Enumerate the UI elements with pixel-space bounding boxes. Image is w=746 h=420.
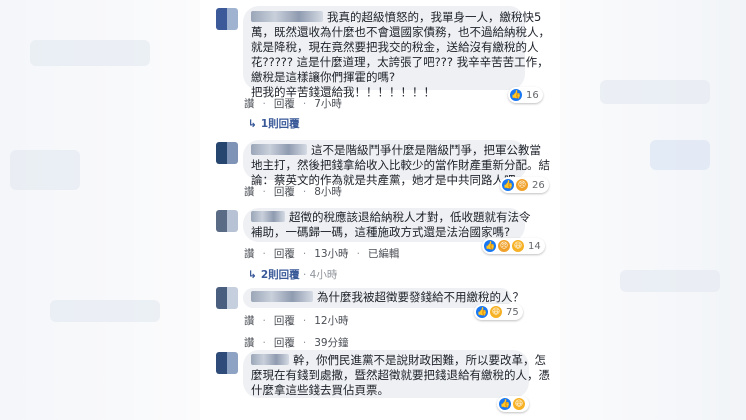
comment-text: 為什麼我被超徵要發錢給不用繳稅的人？ [251,290,524,305]
redacted-username[interactable] [251,211,285,222]
comment-actions: 讚 · 回覆 · 7小時 [244,98,342,110]
reply-button[interactable]: 回覆 [274,337,295,349]
reaction-summary[interactable]: 👍 😆 [497,396,529,412]
ghost-shape [30,40,150,66]
reply-button[interactable]: 回覆 [274,315,295,327]
ghost-shape [600,80,710,104]
timestamp[interactable]: 13小時 [314,248,348,260]
haha-reaction-icon: 😆 [513,398,525,410]
avatar[interactable] [216,142,238,164]
ghost-shape [50,300,160,322]
like-reaction-icon: 👍 [510,89,522,101]
haha-reaction-icon: 😆 [512,240,524,252]
comment-bubble: 我真的超級憤怒的，我單身一人，繳稅快5 萬，既然還收為什麼也不會還國家債務，也不… [243,6,550,99]
comment-actions: 讚 · 回覆 · 12小時 [244,315,349,327]
like-button[interactable]: 讚 [244,315,255,327]
comment-text: 超徵的稅應該退給納稅人才對，低收題就有法令 補助，一碼歸一碼，這種施政方式還是法… [251,210,531,239]
angry-reaction-icon: 😠 [516,179,528,191]
haha-reaction-icon: 😆 [490,306,502,318]
timestamp[interactable]: 7小時 [314,98,342,110]
comment-bubble: 為什麼我被超徵要發錢給不用繳稅的人？ [243,288,524,308]
reaction-summary[interactable]: 👍 16 [508,87,543,103]
like-reaction-icon: 👍 [476,306,488,318]
edited-label: 已編輯 [367,248,400,260]
like-button[interactable]: 讚 [244,337,255,349]
avatar[interactable] [216,210,238,232]
like-reaction-icon: 👍 [484,240,496,252]
like-button[interactable]: 讚 [244,98,255,110]
redacted-username[interactable] [251,291,313,302]
comment-bubble: 幹，你們民進黨不是說財政困難，所以要改革，怎 麼現在有錢到處撒，暨然超徵就要把錢… [243,350,550,398]
avatar[interactable] [216,352,238,374]
comment-actions: 讚 · 回覆 · 8小時 [244,186,342,198]
like-button[interactable]: 讚 [244,186,255,198]
view-replies-link[interactable]: ↳ 1則回覆 [248,116,300,131]
reaction-summary[interactable]: 👍 😠 26 [500,177,549,193]
comment-text: 我真的超級憤怒的，我單身一人，繳稅快5 萬，既然還收為什麼也不會還國家債務，也不… [251,10,550,99]
like-reaction-icon: 👍 [502,179,514,191]
reply-button[interactable]: 回覆 [274,248,295,260]
reply-button[interactable]: 回覆 [274,98,295,110]
ghost-shape [10,150,80,190]
redacted-username[interactable] [251,354,289,365]
comment-bubble: 這不是階級鬥爭什麼是階級鬥爭，把軍公教當 地主打，然後把錢拿給收入比較少的當作財… [243,140,550,187]
like-reaction-icon: 👍 [499,398,511,410]
ghost-shape [650,140,710,170]
redacted-username[interactable] [251,11,323,22]
view-replies-link[interactable]: ↳ 2則回覆 · 4小時 [248,267,337,282]
timestamp[interactable]: 12小時 [314,315,348,327]
reply-button[interactable]: 回覆 [274,186,295,198]
like-button[interactable]: 讚 [244,248,255,260]
reply-arrow-icon: ↳ [248,118,257,130]
comment-actions: 讚 · 回覆 · 13小時 · 已編輯 [244,248,400,260]
comment-text: 這不是階級鬥爭什麼是階級鬥爭，把軍公教當 地主打，然後把錢拿給收入比較少的當作財… [251,143,550,187]
avatar[interactable] [216,8,238,30]
avatar[interactable] [216,287,238,309]
reaction-summary[interactable]: 👍 😆 75 [474,304,523,320]
timestamp[interactable]: 39分鐘 [314,337,348,349]
comment-bubble: 超徵的稅應該退給納稅人才對，低收題就有法令 補助，一碼歸一碼，這種施政方式還是法… [243,208,531,242]
timestamp[interactable]: 8小時 [314,186,342,198]
redacted-username[interactable] [251,144,307,155]
reaction-summary[interactable]: 👍 😠 😆 14 [482,238,545,254]
background-right [560,0,746,420]
ghost-shape [620,270,720,292]
comment-text: 幹，你們民進黨不是說財政困難，所以要改革，怎 麼現在有錢到處撒，暨然超徵就要把錢… [251,353,550,397]
reply-arrow-icon: ↳ [248,269,257,281]
angry-reaction-icon: 😠 [498,240,510,252]
comment-actions: 讚 · 回覆 · 39分鐘 [244,337,349,349]
